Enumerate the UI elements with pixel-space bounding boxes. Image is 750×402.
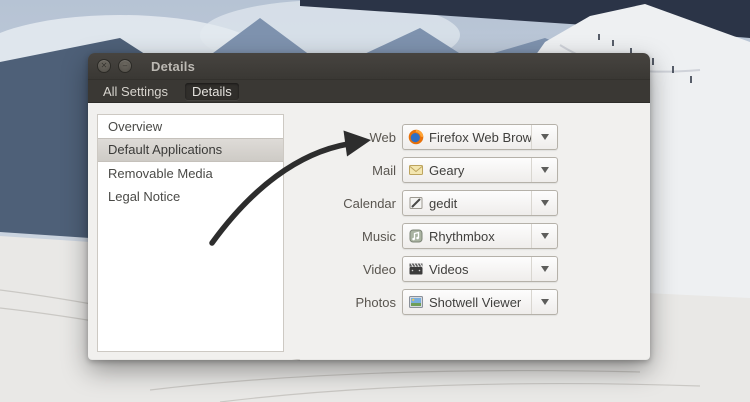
details-breadcrumb-button[interactable]: Details — [185, 83, 239, 100]
minimize-button[interactable]: – — [118, 59, 132, 73]
calendar-dropdown[interactable]: gedit — [402, 190, 558, 216]
sidebar: Overview Default Applications Removable … — [97, 114, 284, 352]
music-dropdown[interactable]: Rhythmbox — [402, 223, 558, 249]
photos-dropdown-arrow[interactable] — [531, 290, 557, 314]
chevron-down-icon — [541, 167, 549, 173]
window-title: Details — [151, 59, 195, 74]
sidebar-item-overview[interactable]: Overview — [98, 115, 283, 138]
web-dropdown-arrow[interactable] — [531, 125, 557, 149]
sidebar-item-legal-notice[interactable]: Legal Notice — [98, 185, 283, 208]
music-dropdown-arrow[interactable] — [531, 224, 557, 248]
videos-icon — [408, 261, 424, 277]
default-applications-panel: Web Firefox Web Browser Mail — [284, 103, 650, 359]
mail-dropdown-arrow[interactable] — [531, 158, 557, 182]
web-dropdown[interactable]: Firefox Web Browser — [402, 124, 558, 150]
chevron-down-icon — [541, 299, 549, 305]
close-icon: ✕ — [101, 62, 108, 70]
desktop: ✕ – Details All Settings Details Overvie… — [0, 0, 750, 402]
toolbar: All Settings Details — [88, 80, 650, 103]
music-label: Music — [284, 229, 396, 244]
calendar-dropdown-arrow[interactable] — [531, 191, 557, 215]
calendar-value: gedit — [429, 196, 531, 211]
chevron-down-icon — [541, 134, 549, 140]
chevron-down-icon — [541, 200, 549, 206]
shotwell-icon — [408, 294, 424, 310]
sidebar-item-removable-media[interactable]: Removable Media — [98, 162, 283, 185]
setting-row-video: Video Videos — [284, 256, 650, 282]
setting-row-mail: Mail Geary — [284, 157, 650, 183]
photos-value: Shotwell Viewer — [429, 295, 531, 310]
minimize-icon: – — [123, 62, 127, 70]
video-label: Video — [284, 262, 396, 277]
web-value: Firefox Web Browser — [429, 130, 531, 145]
video-value: Videos — [429, 262, 531, 277]
music-value: Rhythmbox — [429, 229, 531, 244]
web-label: Web — [284, 130, 396, 145]
setting-row-music: Music Rhythmbox — [284, 223, 650, 249]
video-dropdown-arrow[interactable] — [531, 257, 557, 281]
details-window: ✕ – Details All Settings Details Overvie… — [88, 53, 650, 360]
mail-value: Geary — [429, 163, 531, 178]
chevron-down-icon — [541, 233, 549, 239]
calendar-label: Calendar — [284, 196, 396, 211]
video-dropdown[interactable]: Videos — [402, 256, 558, 282]
setting-row-web: Web Firefox Web Browser — [284, 124, 650, 150]
titlebar[interactable]: ✕ – Details — [88, 53, 650, 80]
mail-label: Mail — [284, 163, 396, 178]
sidebar-item-default-applications[interactable]: Default Applications — [98, 138, 283, 162]
chevron-down-icon — [541, 266, 549, 272]
close-button[interactable]: ✕ — [97, 59, 111, 73]
rhythmbox-icon — [408, 228, 424, 244]
firefox-icon — [408, 129, 424, 145]
geary-icon — [408, 162, 424, 178]
setting-row-photos: Photos Shotwell Viewer — [284, 289, 650, 315]
photos-label: Photos — [284, 295, 396, 310]
photos-dropdown[interactable]: Shotwell Viewer — [402, 289, 558, 315]
mail-dropdown[interactable]: Geary — [402, 157, 558, 183]
all-settings-button[interactable]: All Settings — [96, 83, 175, 100]
gedit-icon — [408, 195, 424, 211]
setting-row-calendar: Calendar gedit — [284, 190, 650, 216]
window-content: Overview Default Applications Removable … — [88, 103, 650, 359]
